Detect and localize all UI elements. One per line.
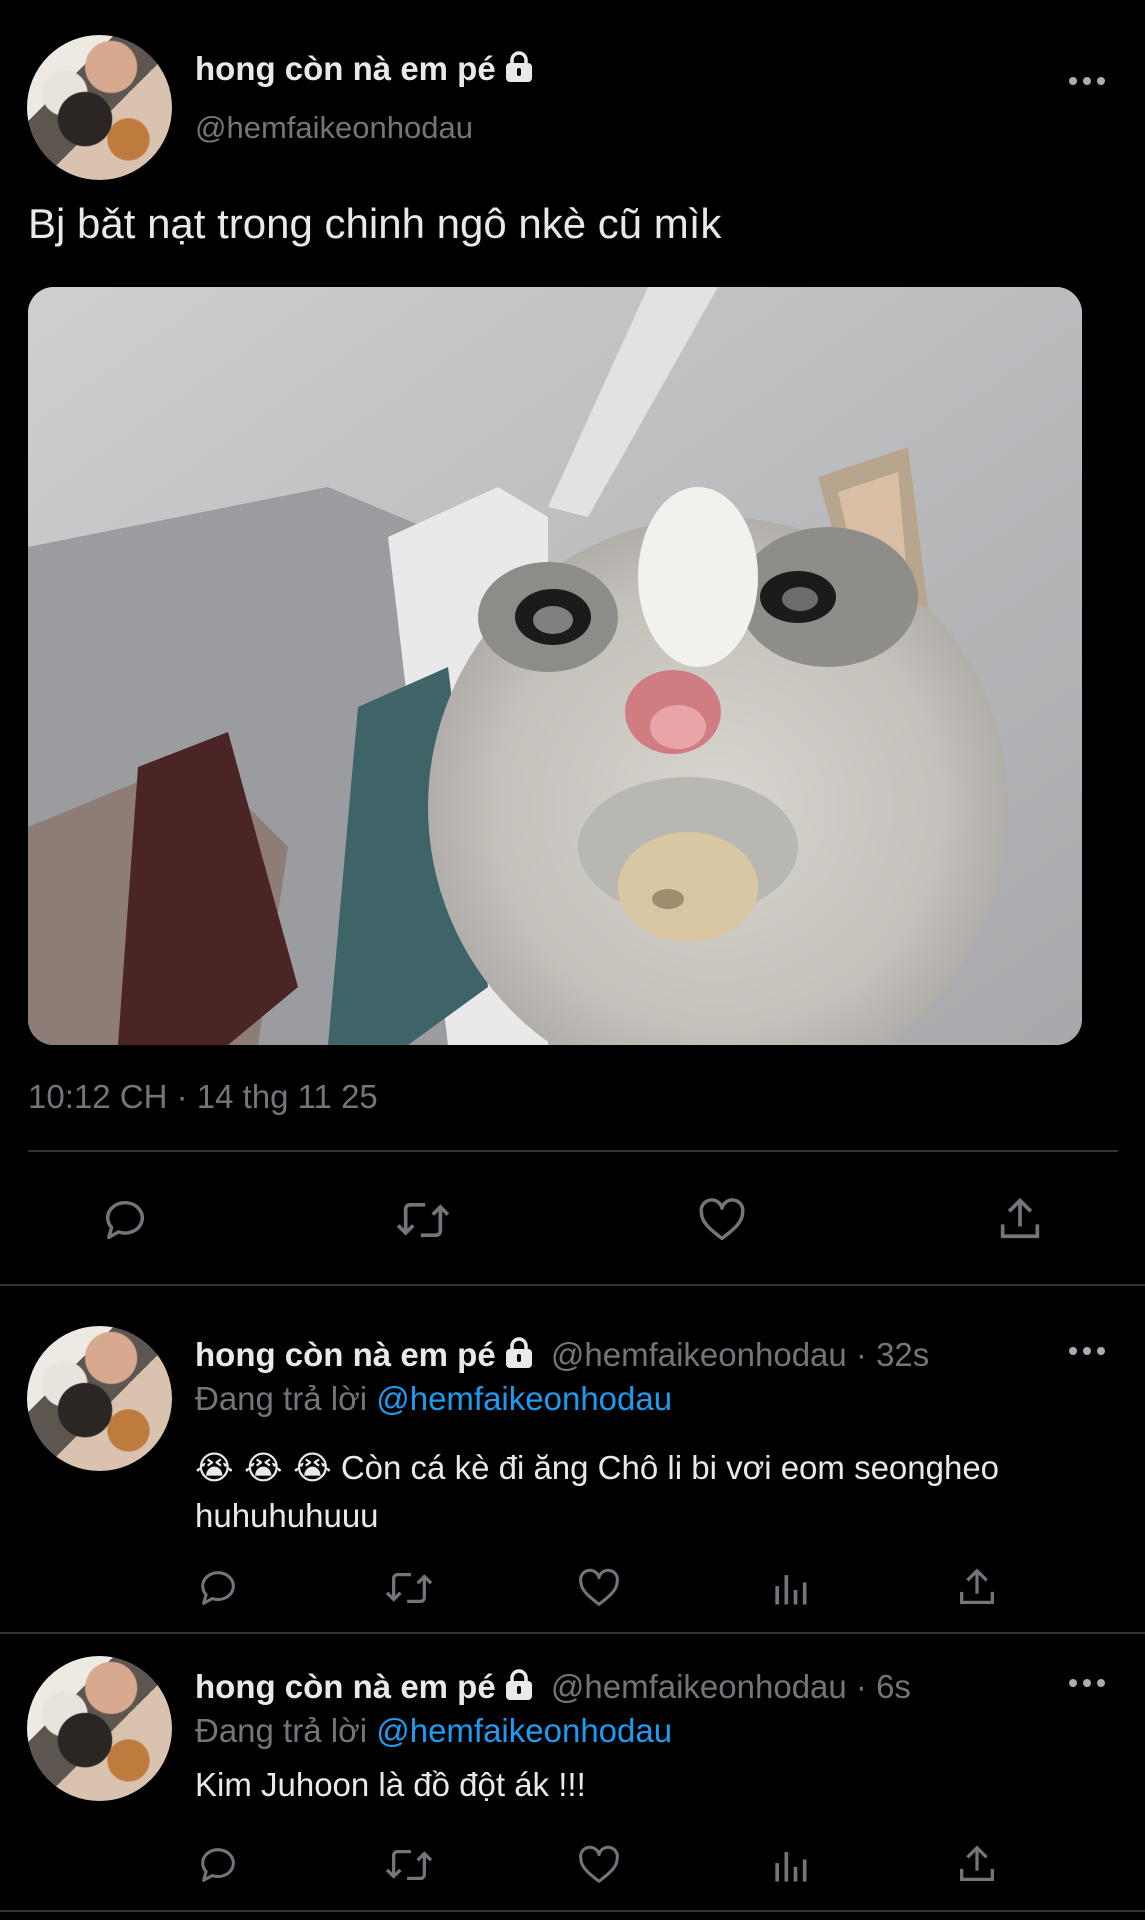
share-icon bbox=[960, 1568, 994, 1605]
tweet-media-image[interactable] bbox=[28, 287, 1082, 1045]
share-button[interactable] bbox=[990, 1190, 1050, 1250]
reply-text-line: Còn cá kè đi ăng Chô li bi vơi eom seong… bbox=[340, 1449, 1000, 1486]
lock-icon bbox=[505, 51, 532, 82]
display-name-text[interactable]: hong còn nà em pé bbox=[195, 1336, 496, 1373]
author-display-name[interactable]: hong còn nà em pé bbox=[195, 50, 534, 88]
heart-icon bbox=[579, 1845, 619, 1883]
reply-time[interactable]: · 32s bbox=[856, 1336, 929, 1373]
more-options-button[interactable] bbox=[1062, 68, 1112, 94]
like-button[interactable] bbox=[692, 1190, 752, 1250]
reply-button[interactable] bbox=[192, 1840, 244, 1890]
reply-icon bbox=[201, 1571, 235, 1605]
reply-time[interactable]: · 6s bbox=[856, 1668, 911, 1705]
retweet-button[interactable] bbox=[380, 1563, 438, 1613]
retweet-button[interactable] bbox=[390, 1190, 456, 1250]
heart-icon bbox=[699, 1198, 745, 1241]
reply-button[interactable] bbox=[192, 1563, 244, 1613]
share-button[interactable] bbox=[951, 1840, 1003, 1890]
share-button[interactable] bbox=[951, 1563, 1003, 1613]
replying-to-handle[interactable]: @hemfaikeonhodau bbox=[376, 1712, 672, 1749]
reply-button[interactable] bbox=[95, 1190, 155, 1250]
author-handle[interactable]: @hemfaikeonhodau bbox=[551, 1668, 847, 1705]
display-name-text[interactable]: hong còn nà em pé bbox=[195, 1668, 496, 1705]
cat-photo bbox=[28, 287, 1082, 1045]
retweet-icon bbox=[396, 1202, 450, 1238]
replying-to: Đang trả lời @hemfaikeonhodau bbox=[195, 1712, 672, 1750]
retweet-icon bbox=[385, 1849, 433, 1881]
retweet-button[interactable] bbox=[380, 1840, 438, 1890]
views-icon bbox=[775, 1852, 807, 1882]
author-handle[interactable]: @hemfaikeonhodau bbox=[551, 1336, 847, 1373]
share-icon bbox=[960, 1845, 994, 1882]
more-icon bbox=[1069, 77, 1105, 85]
like-button[interactable] bbox=[572, 1563, 626, 1613]
like-button[interactable] bbox=[572, 1840, 626, 1890]
reply-header: hong còn nà em pé @hemfaikeonhodau · 6s bbox=[195, 1668, 911, 1706]
reply-icon bbox=[105, 1200, 145, 1240]
avatar[interactable] bbox=[27, 1656, 172, 1801]
divider bbox=[0, 1632, 1145, 1634]
replying-to: Đang trả lời @hemfaikeonhodau bbox=[195, 1380, 672, 1418]
more-icon bbox=[1069, 1347, 1105, 1355]
tweet-text: Bj bǎt nạt trong chinh ngô nkè cũ mìk bbox=[28, 200, 722, 247]
views-button[interactable] bbox=[764, 1840, 816, 1890]
more-options-button[interactable] bbox=[1062, 1338, 1112, 1364]
divider bbox=[0, 1910, 1145, 1912]
reply-header: hong còn nà em pé @hemfaikeonhodau · 32s bbox=[195, 1336, 929, 1374]
retweet-icon bbox=[385, 1572, 433, 1604]
crying-emoji: 😭 😭 😭 bbox=[195, 1448, 332, 1487]
divider bbox=[0, 1284, 1145, 1286]
more-options-button[interactable] bbox=[1062, 1670, 1112, 1696]
tweet-timestamp[interactable]: 10:12 CH · 14 thg 11 25 bbox=[28, 1078, 378, 1116]
avatar[interactable] bbox=[27, 1326, 172, 1471]
display-name-text: hong còn nà em pé bbox=[195, 50, 496, 87]
author-handle[interactable]: @hemfaikeonhodau bbox=[195, 110, 473, 146]
reply-text: 😭 😭 😭 Còn cá kè đi ăng Chô li bi vơi eom… bbox=[195, 1444, 1095, 1540]
heart-icon bbox=[579, 1568, 619, 1606]
reply-icon bbox=[201, 1848, 235, 1882]
lock-icon bbox=[505, 1337, 532, 1368]
replying-to-handle[interactable]: @hemfaikeonhodau bbox=[376, 1380, 672, 1417]
replying-prefix: Đang trả lời bbox=[195, 1712, 368, 1749]
views-button[interactable] bbox=[764, 1563, 816, 1613]
reply-text-line: huhuhuhuuu bbox=[195, 1497, 379, 1534]
divider bbox=[28, 1150, 1118, 1152]
share-icon bbox=[1000, 1197, 1040, 1239]
more-icon bbox=[1069, 1679, 1105, 1687]
lock-icon bbox=[505, 1669, 532, 1700]
views-icon bbox=[775, 1575, 807, 1605]
avatar[interactable] bbox=[27, 35, 172, 180]
reply-text: Kim Juhoon là đồ đột ák !!! bbox=[195, 1766, 586, 1803]
replying-prefix: Đang trả lời bbox=[195, 1380, 368, 1417]
